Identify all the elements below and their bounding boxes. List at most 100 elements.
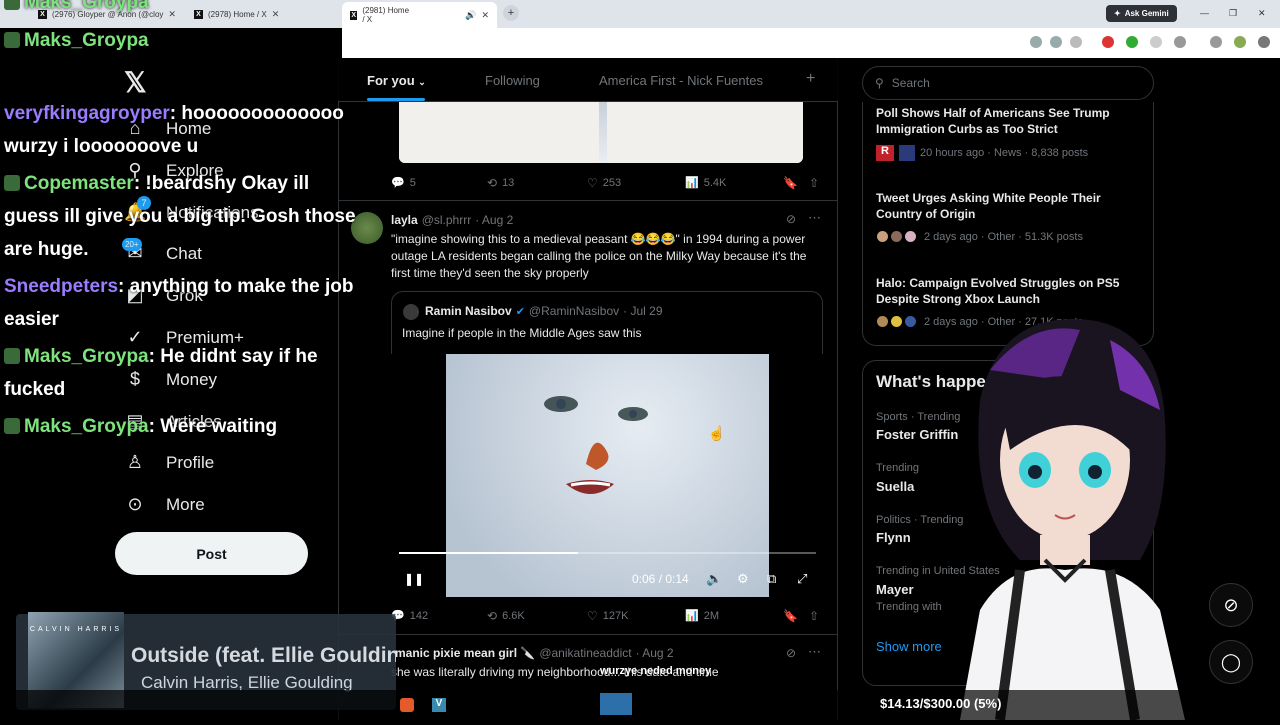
repost-icon: ⟲: [487, 176, 498, 190]
song-title: Outside (feat. Ellie Goulding): [131, 644, 396, 667]
popout-icon[interactable]: ⧉: [767, 571, 776, 587]
show-more-link[interactable]: Show more: [876, 639, 942, 654]
avatar: [890, 315, 903, 328]
share-icon[interactable]: ⇧: [809, 176, 819, 190]
views-button[interactable]: 📊 2M: [685, 609, 719, 623]
maximize-button[interactable]: ❐: [1229, 8, 1237, 19]
grok-icon[interactable]: ⊘: [786, 212, 796, 226]
reply-button[interactable]: 💬 5: [391, 176, 416, 190]
grok-button[interactable]: ⊘: [1209, 583, 1253, 627]
trend-category: Trending: [876, 462, 920, 474]
heart-icon: ♡: [587, 609, 598, 623]
donation-goal: $14.13/$300.00 (5%): [880, 696, 1002, 711]
trend-name[interactable]: Suella: [876, 479, 914, 494]
messages-button[interactable]: ◯: [1209, 640, 1253, 684]
add-tab-button[interactable]: +: [806, 70, 815, 88]
avatar: [403, 304, 419, 320]
news-item-title[interactable]: Halo: Campaign Evolved Struggles on PS5 …: [876, 275, 1138, 307]
new-tab-button[interactable]: +: [503, 5, 519, 21]
avatar: [876, 230, 889, 243]
close-window-button[interactable]: ✕: [1258, 8, 1266, 19]
browser-tab-active[interactable]: X (2981) Home / X 🔊 ✕: [342, 2, 497, 28]
fullscreen-icon[interactable]: ⤢: [797, 571, 807, 587]
extension-icon[interactable]: [1126, 36, 1138, 48]
tweet-date[interactable]: · Aug 2: [636, 646, 674, 660]
trend-name[interactable]: Flynn: [876, 530, 911, 545]
sidebar-icon[interactable]: [1210, 36, 1222, 48]
author-name[interactable]: manic pixie mean girl 🔪: [395, 646, 535, 660]
scrollbar[interactable]: [1270, 60, 1278, 110]
puzzle-icon[interactable]: [1174, 36, 1186, 48]
tab-following[interactable]: Following: [485, 73, 540, 88]
repost-button[interactable]: ⟲ 13: [487, 176, 514, 190]
active-tab-indicator: [367, 98, 425, 101]
share-icon[interactable]: ⇧: [809, 609, 819, 623]
search-input[interactable]: ⚲ Search: [862, 66, 1154, 100]
gemini-icon: ✦: [1114, 9, 1121, 18]
avatar: [904, 315, 917, 328]
trend-category: Politics · Trending: [876, 514, 964, 526]
trend-name[interactable]: Foster Griffin: [876, 427, 958, 442]
ask-gemini-button[interactable]: ✦ Ask Gemini: [1106, 5, 1177, 22]
video-frame[interactable]: [446, 354, 769, 597]
chat-message: veryfkingagroyper: hooooooooooooo wurzy …: [4, 103, 344, 157]
grok-icon[interactable]: ⊘: [786, 646, 796, 660]
quote-date: · Jul 29: [623, 304, 663, 318]
author-handle[interactable]: @sl.phrrr: [422, 213, 472, 227]
trend-category: Sports · Trending: [876, 411, 961, 423]
more-options-icon[interactable]: ⋯: [808, 210, 821, 226]
tweet-date[interactable]: · Aug 2: [475, 213, 513, 227]
avatar: [890, 230, 903, 243]
tweet-image[interactable]: [399, 102, 803, 163]
close-icon[interactable]: ✕: [481, 10, 489, 21]
more-circle-icon: ⊙: [127, 494, 143, 514]
star-icon[interactable]: [1070, 36, 1082, 48]
pause-icon[interactable]: ❚❚: [404, 572, 424, 586]
stream-chat-overlay: Maks_Groypa Maks_Groypa veryfkingagroype…: [0, 0, 360, 460]
screen-icon[interactable]: [1050, 36, 1062, 48]
address-bar[interactable]: [342, 28, 1280, 58]
news-item-title[interactable]: Poll Shows Half of Americans See Trump I…: [876, 105, 1138, 137]
brave-icon[interactable]: [400, 698, 414, 712]
like-button[interactable]: ♡ 127K: [587, 609, 628, 623]
reply-icon: 💬: [391, 177, 405, 189]
more-options-icon[interactable]: ⋯: [808, 644, 821, 660]
donation-progress-bar: [600, 693, 632, 715]
heart-icon: ♡: [587, 176, 598, 190]
settings-icon[interactable]: ⚙: [737, 571, 749, 587]
chart-icon: 📊: [685, 610, 699, 622]
video-progress-fill: [399, 552, 579, 554]
divider: [338, 200, 838, 201]
profile-icon[interactable]: [1234, 36, 1246, 48]
sidebar-item-more[interactable]: ⊙ More: [124, 494, 204, 515]
extension-icon[interactable]: [1150, 36, 1162, 48]
donation-message: wurzye neded money: [600, 665, 712, 677]
views-button[interactable]: 📊 5.4K: [685, 176, 726, 190]
extension-icon[interactable]: [1102, 36, 1114, 48]
menu-icon[interactable]: [1258, 36, 1270, 48]
chat-message: Maks_Groypa: [4, 0, 356, 19]
volume-icon[interactable]: 🔈: [706, 571, 722, 587]
zoom-icon[interactable]: [1030, 36, 1042, 48]
bookmark-icon[interactable]: 🔖: [783, 176, 798, 190]
grok-icon: ⊘: [1223, 594, 1239, 615]
repost-button[interactable]: ⟲ 6.6K: [487, 609, 525, 623]
vtuber-avatar: [960, 310, 1190, 721]
tab-america-first[interactable]: America First - Nick Fuentes: [599, 73, 763, 88]
trend-extra: Trending with: [876, 601, 942, 613]
trend-name[interactable]: Mayer: [876, 582, 914, 597]
author-handle[interactable]: @anikatineaddict: [539, 646, 631, 660]
vtuber-character-image: [960, 319, 1185, 721]
tab-for-you[interactable]: For you ⌄: [367, 73, 426, 88]
news-item-title[interactable]: Tweet Urges Asking White People Their Co…: [876, 190, 1138, 222]
author-name[interactable]: layla: [391, 213, 418, 227]
like-button[interactable]: ♡ 253: [587, 176, 621, 190]
news-source-icon: [899, 145, 915, 161]
reply-button[interactable]: 💬 142: [391, 609, 428, 623]
post-button[interactable]: Post: [115, 532, 308, 575]
chat-message: Maks_Groypa: Were waiting: [4, 410, 356, 443]
bookmark-icon[interactable]: 🔖: [783, 609, 798, 623]
app-icon[interactable]: V: [432, 698, 446, 712]
minimize-button[interactable]: —: [1200, 8, 1209, 18]
speaker-icon[interactable]: 🔊: [465, 10, 476, 21]
